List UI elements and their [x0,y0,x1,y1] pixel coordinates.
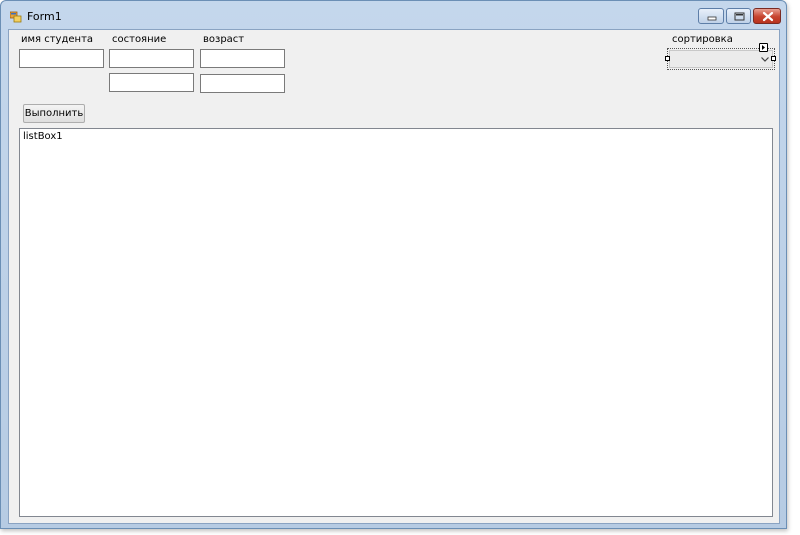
sort-label: сортировка [672,34,733,45]
form-client-area: имя студента состояние возраст сортировк… [8,29,780,524]
age-input-1[interactable] [200,49,285,68]
execute-button[interactable]: Выполнить [23,104,85,123]
student-name-input[interactable] [19,49,104,68]
resize-handle-left[interactable] [665,56,670,61]
list-item[interactable]: listBox1 [23,131,63,142]
minimize-icon [707,16,717,21]
winforms-app-icon [10,11,22,23]
smart-tag-button[interactable] [759,43,768,52]
listbox[interactable]: listBox1 [19,128,773,517]
form-window: Form1 имя студента состояние возраст сор… [0,0,787,529]
close-icon [762,11,774,22]
maximize-button[interactable] [726,8,751,24]
maximize-icon [734,12,745,21]
state-label: состояние [112,34,167,45]
state-input-2[interactable] [109,73,194,92]
window-title: Form1 [27,10,62,23]
close-button[interactable] [753,8,781,24]
student-name-label: имя студента [21,34,94,45]
sort-combo[interactable] [669,50,773,68]
title-bar[interactable]: Form1 [1,1,786,29]
arrow-right-icon [762,45,765,50]
chevron-down-icon[interactable] [760,54,770,64]
minimize-button[interactable] [698,8,724,24]
age-input-2[interactable] [200,74,285,93]
resize-handle-right[interactable] [771,56,776,61]
age-label: возраст [203,34,245,45]
state-input-1[interactable] [109,49,194,68]
